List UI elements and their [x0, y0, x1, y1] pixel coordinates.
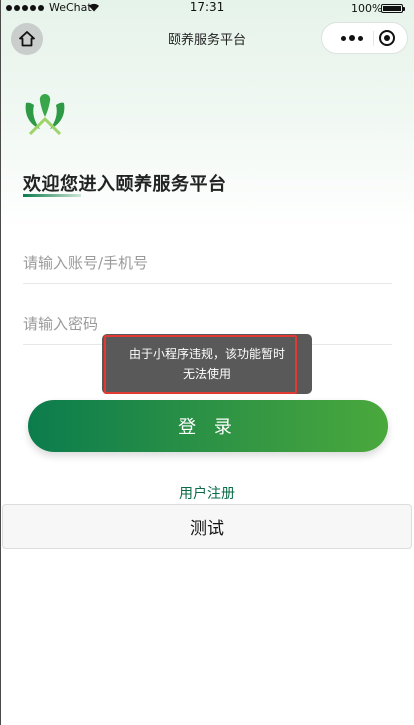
target-circle-icon[interactable]	[378, 29, 396, 47]
frame-edge	[0, 0, 1, 725]
register-link[interactable]: 用户注册	[0, 483, 414, 503]
login-button[interactable]: 登 录	[28, 400, 388, 452]
account-input[interactable]	[23, 243, 392, 284]
heading-underline	[23, 194, 81, 197]
welcome-heading: 欢迎您进入颐养服务平台	[23, 174, 227, 195]
more-dots-icon[interactable]	[332, 23, 372, 53]
highlight-box	[104, 335, 297, 394]
brand-logo	[25, 94, 65, 136]
mini-program-capsule	[321, 22, 408, 54]
test-button[interactable]: 测试	[2, 504, 412, 549]
battery-percentage: 100%	[351, 2, 383, 15]
status-bar: WeChat 17:31 100%	[0, 0, 414, 18]
capsule-divider	[373, 31, 374, 46]
battery-icon	[381, 4, 405, 13]
